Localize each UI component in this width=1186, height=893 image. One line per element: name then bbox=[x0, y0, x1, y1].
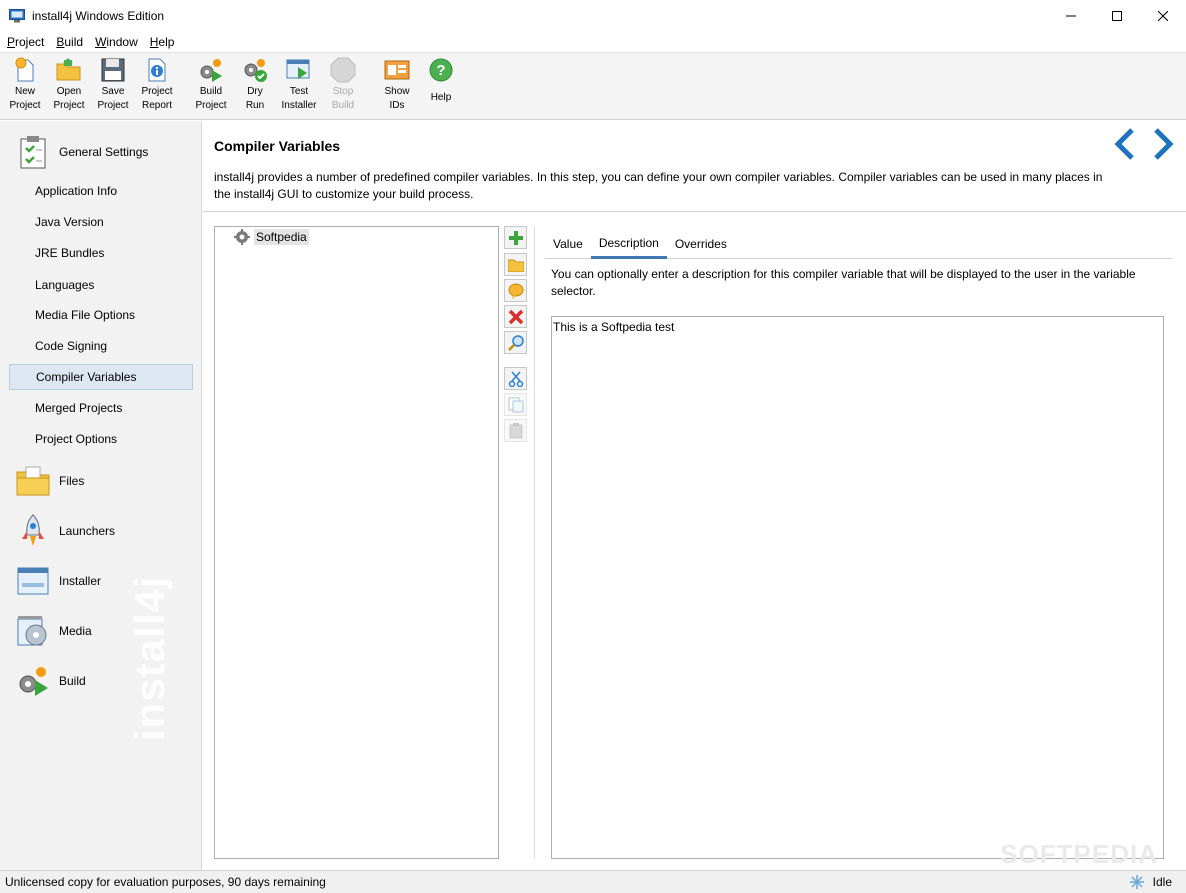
sidebar-section-build[interactable]: Build bbox=[0, 659, 201, 703]
help-icon: ? bbox=[428, 57, 454, 83]
sidebar-section-files[interactable]: Files bbox=[0, 459, 201, 503]
dry-run-button[interactable]: Dry Run bbox=[233, 57, 277, 117]
tree-node-label: Softpedia bbox=[254, 229, 309, 245]
sidebar-section-general-settings[interactable]: General Settings bbox=[0, 130, 201, 174]
open-project-icon bbox=[56, 57, 82, 83]
scissors-icon bbox=[508, 371, 523, 387]
minimize-icon bbox=[1066, 15, 1076, 17]
paste-icon bbox=[509, 422, 522, 438]
sidebar-item-project-options[interactable]: Project Options bbox=[9, 426, 193, 452]
new-project-button[interactable]: New Project bbox=[3, 57, 47, 117]
add-folder-button[interactable] bbox=[504, 253, 527, 276]
sidebar-item-application-info[interactable]: Application Info bbox=[9, 178, 193, 204]
installer-window-icon bbox=[16, 564, 50, 598]
new-project-icon bbox=[12, 57, 38, 83]
project-report-button[interactable]: Project Report bbox=[135, 57, 179, 117]
main-panel: Compiler Variables install4j provides a … bbox=[203, 121, 1186, 870]
minimize-button[interactable] bbox=[1048, 0, 1094, 32]
add-variable-button[interactable] bbox=[504, 226, 527, 249]
tab-overrides[interactable]: Overrides bbox=[667, 229, 735, 258]
forward-arrow-icon[interactable] bbox=[1148, 127, 1178, 161]
search-icon bbox=[507, 334, 524, 351]
status-bar: Unlicensed copy for evaluation purposes,… bbox=[0, 870, 1186, 893]
close-button[interactable] bbox=[1140, 0, 1186, 32]
page-description: install4j provides a number of predefine… bbox=[214, 170, 1103, 201]
back-arrow-icon[interactable] bbox=[1110, 127, 1140, 161]
variables-tree[interactable]: Softpedia bbox=[214, 226, 499, 859]
stop-build-button[interactable]: Stop Build bbox=[321, 57, 365, 117]
sidebar-item-code-signing[interactable]: Code Signing bbox=[9, 333, 193, 359]
folder-icon bbox=[507, 259, 524, 272]
project-report-icon bbox=[144, 57, 170, 83]
dry-run-icon bbox=[242, 57, 268, 83]
copy-icon bbox=[508, 397, 523, 412]
find-button[interactable] bbox=[504, 331, 527, 354]
sidebar-item-merged-projects[interactable]: Merged Projects bbox=[9, 395, 193, 421]
media-disc-icon bbox=[16, 614, 50, 648]
menu-window[interactable]: Window bbox=[95, 35, 138, 49]
maximize-button[interactable] bbox=[1094, 0, 1140, 32]
delete-button[interactable] bbox=[504, 305, 527, 328]
build-gear-icon bbox=[16, 664, 50, 698]
sidebar-item-jre-bundles[interactable]: JRE Bundles bbox=[9, 240, 193, 266]
tree-node[interactable]: Softpedia bbox=[234, 228, 309, 246]
copy-button[interactable] bbox=[504, 393, 527, 416]
sidebar-section-media[interactable]: Media bbox=[0, 609, 201, 653]
help-button[interactable]: ? Help bbox=[419, 57, 463, 117]
comment-icon bbox=[508, 283, 523, 299]
app-icon bbox=[9, 9, 25, 23]
status-message: Unlicensed copy for evaluation purposes,… bbox=[5, 875, 326, 889]
tab-value[interactable]: Value bbox=[545, 229, 591, 258]
cut-button[interactable] bbox=[504, 367, 527, 390]
sidebar-item-java-version[interactable]: Java Version bbox=[9, 209, 193, 235]
build-project-icon bbox=[198, 57, 224, 83]
close-icon bbox=[1158, 11, 1168, 21]
title-bar: install4j Windows Edition bbox=[0, 0, 1186, 32]
show-ids-button[interactable]: Show IDs bbox=[375, 57, 419, 117]
gear-icon bbox=[234, 229, 250, 245]
menu-help[interactable]: Help bbox=[150, 35, 175, 49]
save-project-icon bbox=[100, 57, 126, 83]
snowflake-icon bbox=[1129, 875, 1144, 889]
sidebar: install4j General Settings Application I… bbox=[0, 121, 202, 870]
svg-text:?: ? bbox=[436, 62, 445, 79]
stop-build-icon bbox=[330, 57, 356, 83]
open-project-button[interactable]: Open Project bbox=[47, 57, 91, 117]
delete-icon bbox=[508, 309, 523, 324]
folder-icon bbox=[16, 464, 50, 498]
sidebar-item-languages[interactable]: Languages bbox=[9, 272, 193, 298]
sidebar-item-compiler-variables[interactable]: Compiler Variables bbox=[9, 364, 193, 390]
maximize-icon bbox=[1112, 11, 1122, 21]
test-installer-icon bbox=[286, 57, 312, 83]
sidebar-section-installer[interactable]: Installer bbox=[0, 559, 201, 603]
tab-bar: Value Description Overrides bbox=[545, 229, 1173, 259]
test-installer-button[interactable]: Test Installer bbox=[277, 57, 321, 117]
status-state: Idle bbox=[1152, 875, 1172, 889]
rocket-icon bbox=[16, 514, 50, 548]
build-project-button[interactable]: Build Project bbox=[189, 57, 233, 117]
window-title: install4j Windows Edition bbox=[32, 9, 165, 23]
softpedia-watermark: SOFTPEDIA bbox=[1000, 839, 1158, 869]
divider bbox=[203, 211, 1186, 212]
show-ids-icon bbox=[384, 57, 410, 83]
tab-description[interactable]: Description bbox=[590, 229, 667, 259]
menu-bar: Project Build Window Help bbox=[0, 32, 1186, 52]
description-textarea[interactable]: This is a Softpedia test bbox=[551, 316, 1164, 859]
add-comment-button[interactable] bbox=[504, 279, 527, 302]
sidebar-section-launchers[interactable]: Launchers bbox=[0, 509, 201, 553]
menu-build[interactable]: Build bbox=[56, 35, 83, 49]
sidebar-item-media-file-options[interactable]: Media File Options bbox=[9, 302, 193, 328]
page-title: Compiler Variables bbox=[214, 138, 341, 154]
add-icon bbox=[508, 230, 523, 245]
tab-description-text: You can optionally enter a description f… bbox=[551, 267, 1136, 298]
toolbar: New Project Open Project Save Project Pr… bbox=[0, 52, 1186, 120]
panel-separator bbox=[534, 226, 535, 859]
menu-project[interactable]: Project bbox=[7, 35, 44, 49]
save-project-button[interactable]: Save Project bbox=[91, 57, 135, 117]
paste-button[interactable] bbox=[504, 419, 527, 442]
clipboard-check-icon bbox=[16, 135, 50, 169]
